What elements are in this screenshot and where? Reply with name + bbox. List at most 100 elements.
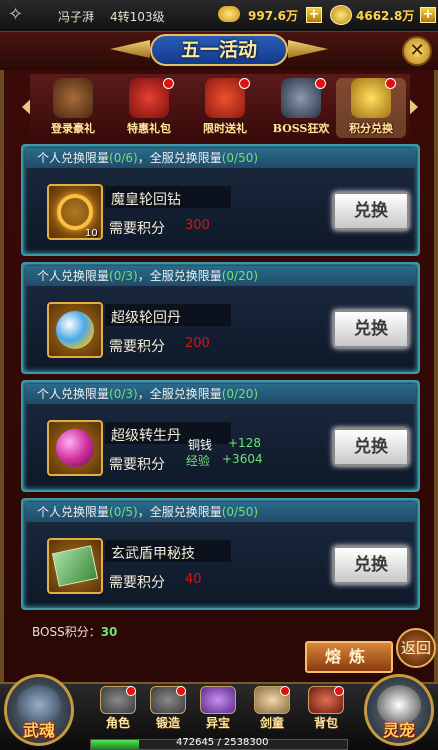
notification-dot: [239, 78, 250, 89]
player-name: 冯子湃: [58, 10, 95, 24]
add-gold-button[interactable]: +: [420, 7, 436, 23]
tab-boss-carnival[interactable]: BOSS狂欢: [266, 78, 336, 138]
separator: ，: [137, 505, 150, 519]
notification-dot: [176, 686, 186, 696]
server-limit: (0/20): [221, 269, 259, 283]
exchange-item-card: 个人兑换限量(0/6)，全服兑换限量(0/50) 10 魔皇轮回钻 需要积分 3…: [21, 144, 420, 256]
cost-label: 需要积分: [109, 457, 165, 473]
notification-dot: [280, 686, 290, 696]
orb-icon: [56, 429, 94, 467]
nav-forge[interactable]: 锻造: [146, 686, 190, 734]
tab-limited-gift[interactable]: 限时送礼: [190, 78, 260, 138]
notification-dot: [126, 686, 136, 696]
close-button[interactable]: ✕: [402, 36, 432, 66]
limit-header: 个人兑换限量(0/5)，全服兑换限量(0/50): [25, 502, 416, 522]
boss-points-label: BOSS积分：: [32, 625, 101, 639]
tab-label: 积分兑换: [349, 122, 393, 135]
tab-label: 限时送礼: [203, 122, 247, 135]
event-title: 五一活动: [150, 34, 288, 66]
server-limit-label: 全服兑换限量: [149, 505, 222, 519]
smelt-button[interactable]: 熔炼: [305, 641, 393, 673]
personal-limit: (0/3): [109, 387, 138, 401]
separator: ，: [137, 151, 150, 165]
event-tab-bar: 登录豪礼 特惠礼包 限时送礼 BOSS狂欢 积分兑换: [30, 74, 410, 140]
separator: ，: [137, 269, 150, 283]
server-limit-label: 全服兑换限量: [149, 387, 222, 401]
server-limit: (0/50): [221, 505, 259, 519]
pet-label: 灵宠: [382, 721, 415, 740]
nav-role[interactable]: 角色: [96, 686, 140, 734]
add-ingot-button[interactable]: +: [306, 7, 322, 23]
exchange-item-card: 个人兑换限量(0/3)，全服兑换限量(0/20) 超级转生丹 需要积分 兑换: [21, 380, 420, 492]
personal-limit-label: 个人兑换限量: [37, 151, 110, 165]
personal-limit: (0/5): [109, 505, 138, 519]
pill-icon: [56, 311, 94, 349]
exchange-item-card: 个人兑换限量(0/3)，全服兑换限量(0/20) 超级轮回丹 需要积分 200 …: [21, 262, 420, 374]
nav-label: 角色: [105, 716, 130, 730]
limit-header: 个人兑换限量(0/6)，全服兑换限量(0/50): [25, 148, 416, 168]
pet-button[interactable]: 灵宠: [364, 674, 434, 746]
item-icon-frame[interactable]: [47, 420, 103, 476]
exchange-button[interactable]: 兑换: [333, 310, 409, 348]
personal-limit-label: 个人兑换限量: [37, 505, 110, 519]
boss-points: BOSS积分：30: [32, 623, 117, 640]
nav-label: 剑童: [259, 716, 284, 730]
nav-label: 背包: [313, 716, 338, 730]
separator: ，: [137, 387, 150, 401]
tab-discount-pack[interactable]: 特惠礼包: [114, 78, 184, 138]
cost-value: 300: [185, 218, 210, 233]
exp-gain-label: 经验: [186, 454, 211, 468]
personal-limit: (0/3): [109, 269, 138, 283]
diamond-icon: [57, 194, 93, 230]
nav-treasure[interactable]: 异宝: [196, 686, 240, 734]
cost-label: 需要积分: [109, 575, 165, 591]
warsoul-button[interactable]: 武魂: [4, 674, 74, 746]
item-icon-frame[interactable]: [47, 538, 103, 594]
notification-dot: [334, 686, 344, 696]
limit-header: 个人兑换限量(0/3)，全服兑换限量(0/20): [25, 384, 416, 404]
server-limit-label: 全服兑换限量: [149, 151, 222, 165]
personal-limit: (0/6): [109, 151, 138, 165]
gold-amount: 4662.8万: [356, 9, 415, 23]
server-limit-label: 全服兑换限量: [149, 269, 222, 283]
gift-bag-icon: [53, 78, 93, 118]
personal-limit-label: 个人兑换限量: [37, 269, 110, 283]
top-status-bar: ✧ 冯子湃 4转103级 997.6万 + 4662.8万 +: [0, 0, 438, 32]
server-limit: (0/50): [221, 151, 259, 165]
nav-label: 异宝: [205, 716, 230, 730]
menu-icon[interactable]: ✧: [8, 4, 46, 28]
cost-label: 需要积分: [109, 339, 165, 355]
cost-value: 40: [185, 572, 202, 587]
limit-header: 个人兑换限量(0/3)，全服兑换限量(0/20): [25, 266, 416, 286]
tab-points-exchange[interactable]: 积分兑换: [336, 78, 406, 138]
notification-dot: [385, 78, 396, 89]
item-name: 超级轮回丹: [111, 310, 181, 326]
exchange-button[interactable]: 兑换: [333, 546, 409, 584]
item-icon-frame[interactable]: [47, 302, 103, 358]
gold-coin-icon: [330, 5, 352, 25]
tab-label: BOSS狂欢: [272, 122, 330, 135]
experience-text: 472645 / 2538300: [176, 737, 269, 748]
personal-limit-label: 个人兑换限量: [37, 387, 110, 401]
back-button[interactable]: 返回: [396, 628, 436, 668]
notification-dot: [315, 78, 326, 89]
warsoul-label: 武魂: [22, 721, 55, 740]
item-name: 玄武盾甲秘技: [111, 546, 195, 562]
tab-label: 登录豪礼: [51, 122, 95, 135]
notification-dot: [163, 78, 174, 89]
boss-points-value: 30: [100, 625, 118, 639]
nav-label: 锻造: [155, 716, 180, 730]
exchange-button[interactable]: 兑换: [333, 192, 409, 230]
tab-login-gift[interactable]: 登录豪礼: [38, 78, 108, 138]
nav-bag[interactable]: 背包: [304, 686, 348, 734]
server-limit: (0/20): [221, 387, 259, 401]
nav-sword-child[interactable]: 剑童: [250, 686, 294, 734]
exchange-item-card: 个人兑换限量(0/5)，全服兑换限量(0/50) 玄武盾甲秘技 需要积分 40 …: [21, 498, 420, 610]
treasure-icon: [200, 686, 236, 714]
cost-label: 需要积分: [109, 221, 165, 237]
tab-label: 特惠礼包: [127, 122, 171, 135]
exp-gain-value: +3604: [222, 452, 263, 466]
experience-fill: [91, 740, 139, 749]
item-name: 魔皇轮回钻: [111, 192, 181, 208]
exchange-button[interactable]: 兑换: [333, 428, 409, 466]
